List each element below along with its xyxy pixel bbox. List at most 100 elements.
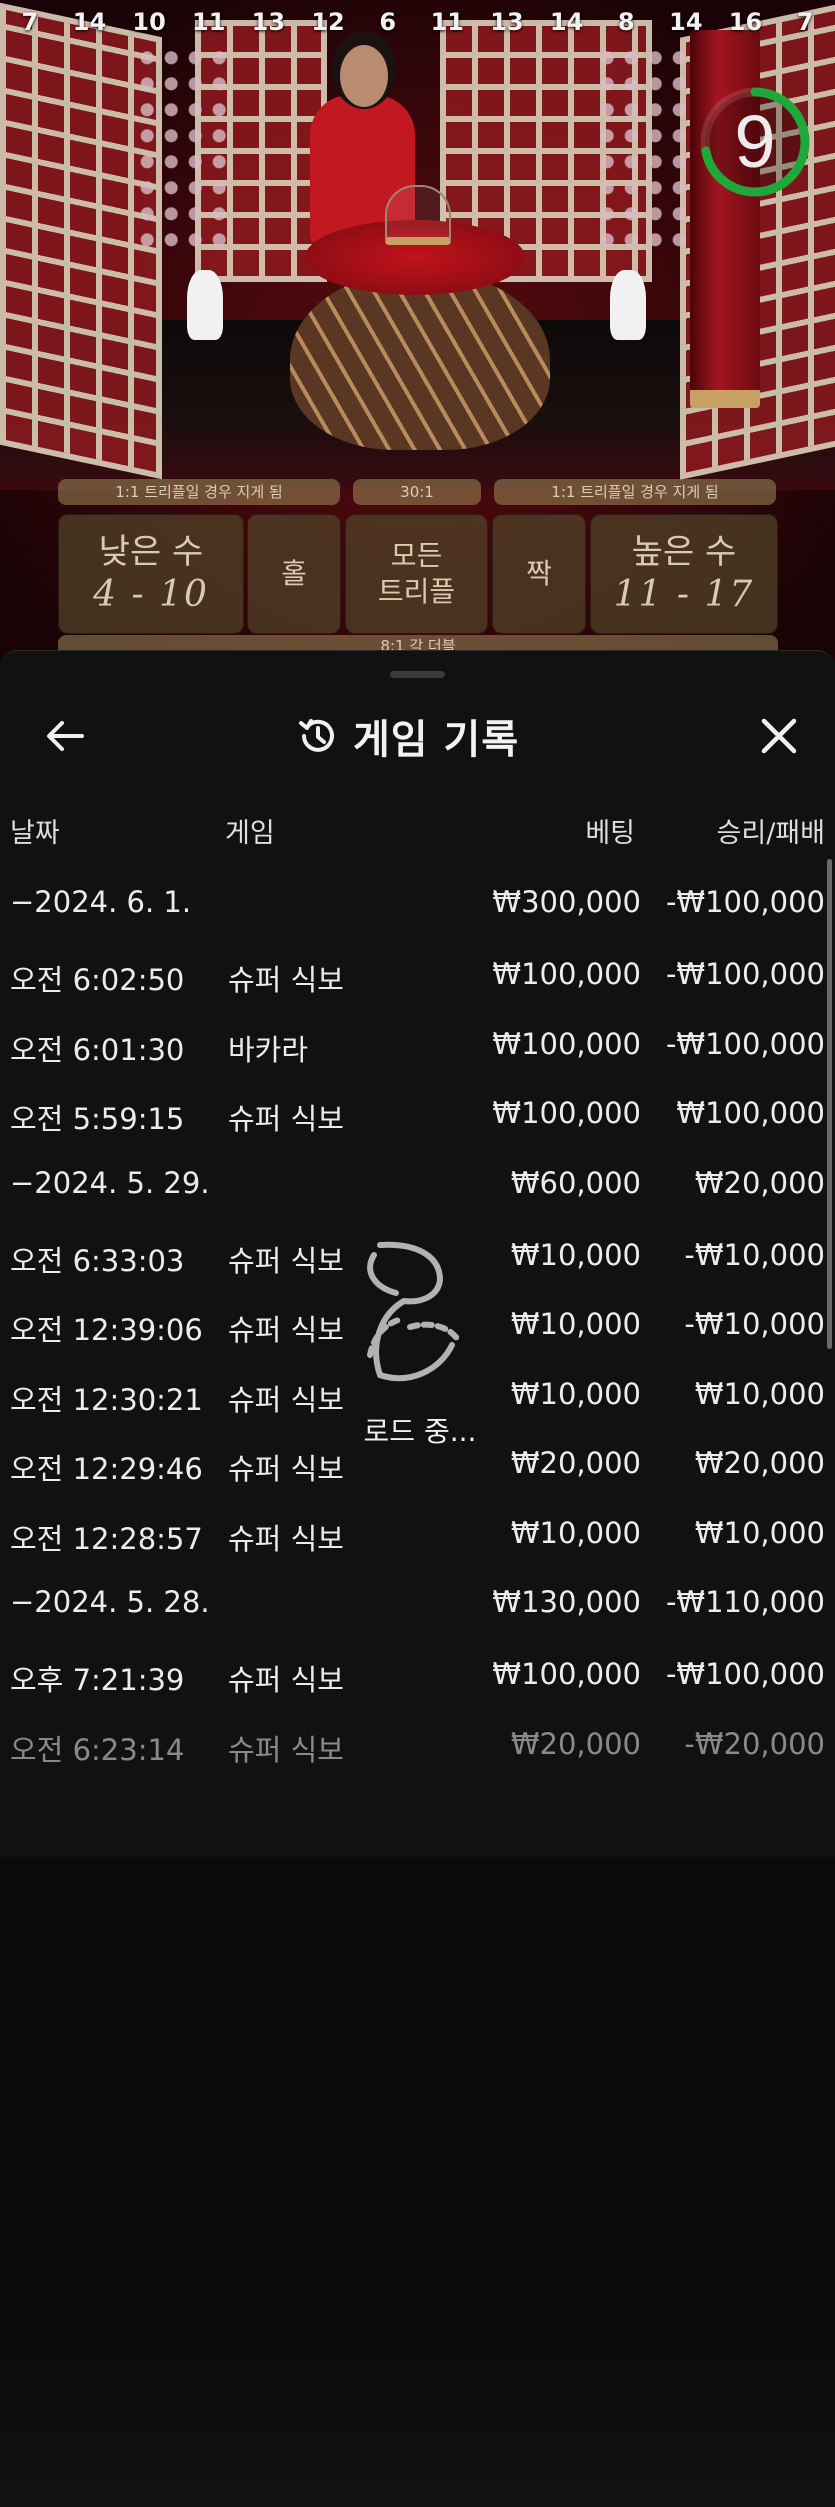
row-bet: ₩10,000 xyxy=(510,1237,641,1272)
close-button[interactable] xyxy=(753,712,805,760)
result-number: 10 xyxy=(132,8,166,36)
bet-any-triple[interactable]: 모든 트리플 xyxy=(345,514,488,634)
row-result: -₩100,000 xyxy=(665,957,825,991)
row-date: 오전 12:28:57 xyxy=(10,1521,203,1556)
row-bet: ₩100,000 xyxy=(492,1657,641,1691)
loading-text: 로드 중... xyxy=(363,1415,477,1448)
row-date: −2024. 5. 29. xyxy=(10,1165,210,1200)
row-game: 바카라 xyxy=(228,1032,309,1067)
row-game: 슈퍼 식보 xyxy=(228,1313,344,1347)
scrollbar[interactable] xyxy=(827,859,832,1349)
dice-dome xyxy=(385,185,451,245)
row-date: 오후 7:21:39 xyxy=(10,1663,185,1697)
row-date: 오전 12:29:46 xyxy=(10,1452,203,1486)
row-date: 오전 6:01:30 xyxy=(10,1032,185,1067)
row-date: 오전 12:39:06 xyxy=(10,1313,203,1347)
vase-left xyxy=(187,270,223,340)
row-bet: ₩20,000 xyxy=(510,1446,641,1480)
result-number: 16 xyxy=(728,8,763,36)
history-row[interactable]: 오전 6:01:30 바카라 ₩100,000 -₩100,000 xyxy=(0,1013,835,1083)
bet-odd-label: 홀 xyxy=(281,557,307,590)
recent-results-bar: 7 14 10 11 13 12 6 11 13 14 8 14 16 7 xyxy=(0,8,835,48)
row-result: -₩110,000 xyxy=(665,1585,825,1619)
loading-overlay: 로드 중... xyxy=(340,1235,500,1455)
bet-odd[interactable]: 홀 xyxy=(247,514,341,634)
bet-even-label: 짝 xyxy=(526,557,552,590)
row-bet: ₩60,000 xyxy=(510,1165,641,1200)
row-result: -₩10,000 xyxy=(684,1307,825,1341)
bet-high-label: 높은 수 xyxy=(631,532,737,572)
history-icon xyxy=(299,719,334,752)
row-date: −2024. 5. 28. xyxy=(10,1585,210,1619)
result-number: 11 xyxy=(192,8,226,36)
lattice-wall-left xyxy=(0,2,162,480)
date-group-row[interactable]: −2024. 5. 28. ₩130,000 -₩110,000 xyxy=(0,1571,835,1643)
bet-low-range: 4 - 10 xyxy=(93,574,209,615)
dice-table-base xyxy=(290,270,550,450)
result-number: 7 xyxy=(21,8,39,36)
result-number: 14 xyxy=(669,8,703,36)
result-number: 14 xyxy=(549,8,584,36)
row-result: -₩10,000 xyxy=(684,1237,825,1272)
payout-pill-right: 1:1 트리플일 경우 지게 됨 xyxy=(494,479,776,505)
back-button[interactable] xyxy=(40,712,90,760)
bet-even[interactable]: 짝 xyxy=(492,514,586,634)
row-bet: ₩300,000 xyxy=(492,885,641,919)
countdown-timer: 9 xyxy=(695,82,815,202)
vase-right xyxy=(610,270,646,340)
result-number: 13 xyxy=(251,8,286,36)
bet-low[interactable]: 낮은 수 4 - 10 xyxy=(58,514,244,634)
row-game: 슈퍼 식보 xyxy=(228,1732,344,1767)
row-result: ₩20,000 xyxy=(694,1165,825,1200)
row-result: ₩10,000 xyxy=(694,1376,825,1411)
row-game: 슈퍼 식보 xyxy=(228,1663,344,1697)
row-date: 오전 6:02:50 xyxy=(10,963,185,997)
row-bet: ₩100,000 xyxy=(492,1096,641,1130)
payout-pill-left: 1:1 트리플일 경우 지게 됨 xyxy=(58,479,340,505)
history-row[interactable]: 오후 7:21:39 슈퍼 식보 ₩100,000 -₩100,000 xyxy=(0,1643,835,1713)
row-game: 슈퍼 식보 xyxy=(228,963,344,997)
table-header: 날짜 게임 베팅 승리/패배 xyxy=(0,811,835,851)
drag-handle[interactable] xyxy=(390,671,445,678)
close-icon xyxy=(761,718,797,754)
col-date: 날짜 xyxy=(10,818,60,849)
row-date: 오전 5:59:15 xyxy=(10,1102,185,1136)
result-number: 12 xyxy=(311,8,345,36)
history-row[interactable]: 오전 6:23:14 슈퍼 식보 ₩20,000 -₩20,000 xyxy=(0,1713,835,1783)
list-bottom-fade xyxy=(0,2351,835,2507)
row-bet: ₩10,000 xyxy=(510,1376,641,1411)
result-number: 14 xyxy=(72,8,107,36)
date-group-row[interactable]: −2024. 6. 1. ₩300,000 -₩100,000 xyxy=(0,871,835,943)
bet-triple-line1: 모든 xyxy=(390,539,443,572)
result-number: 11 xyxy=(430,8,464,36)
panel-title-group: 게임 기록 xyxy=(295,710,519,763)
row-game: 슈퍼 식보 xyxy=(228,1102,344,1136)
row-date: −2024. 6. 1. xyxy=(10,885,192,919)
row-bet: ₩100,000 xyxy=(492,957,641,991)
timer-value: 9 xyxy=(734,100,776,183)
row-result: -₩100,000 xyxy=(665,885,825,919)
bet-high[interactable]: 높은 수 11 - 17 xyxy=(590,514,778,634)
history-row[interactable]: 오전 6:02:50 슈퍼 식보 ₩100,000 -₩100,000 xyxy=(0,943,835,1013)
row-bet: ₩10,000 xyxy=(510,1515,641,1550)
col-result: 승리/패배 xyxy=(716,818,825,849)
bet-low-label: 낮은 수 xyxy=(98,532,204,572)
row-result: ₩20,000 xyxy=(694,1446,825,1480)
row-result: ₩10,000 xyxy=(694,1515,825,1550)
result-number: 6 xyxy=(379,8,397,36)
row-result: -₩20,000 xyxy=(684,1726,825,1761)
col-game: 게임 xyxy=(225,818,275,849)
arrow-left-icon xyxy=(47,721,84,751)
result-number: 13 xyxy=(490,8,524,36)
row-bet: ₩20,000 xyxy=(510,1726,641,1761)
row-game: 슈퍼 식보 xyxy=(228,1382,344,1417)
row-date: 오전 6:23:14 xyxy=(10,1732,185,1767)
result-number: 8 xyxy=(617,8,635,36)
row-result: -₩100,000 xyxy=(665,1657,825,1691)
history-row[interactable]: 오전 5:59:15 슈퍼 식보 ₩100,000 ₩100,000 xyxy=(0,1082,835,1152)
date-group-row[interactable]: −2024. 5. 29. ₩60,000 ₩20,000 xyxy=(0,1152,835,1224)
history-row[interactable]: 오전 12:28:57 슈퍼 식보 ₩10,000 ₩10,000 xyxy=(0,1502,835,1572)
col-bet: 베팅 xyxy=(585,818,635,849)
row-date: 오전 12:30:21 xyxy=(10,1382,203,1417)
loading-spinner-icon xyxy=(367,1241,461,1382)
